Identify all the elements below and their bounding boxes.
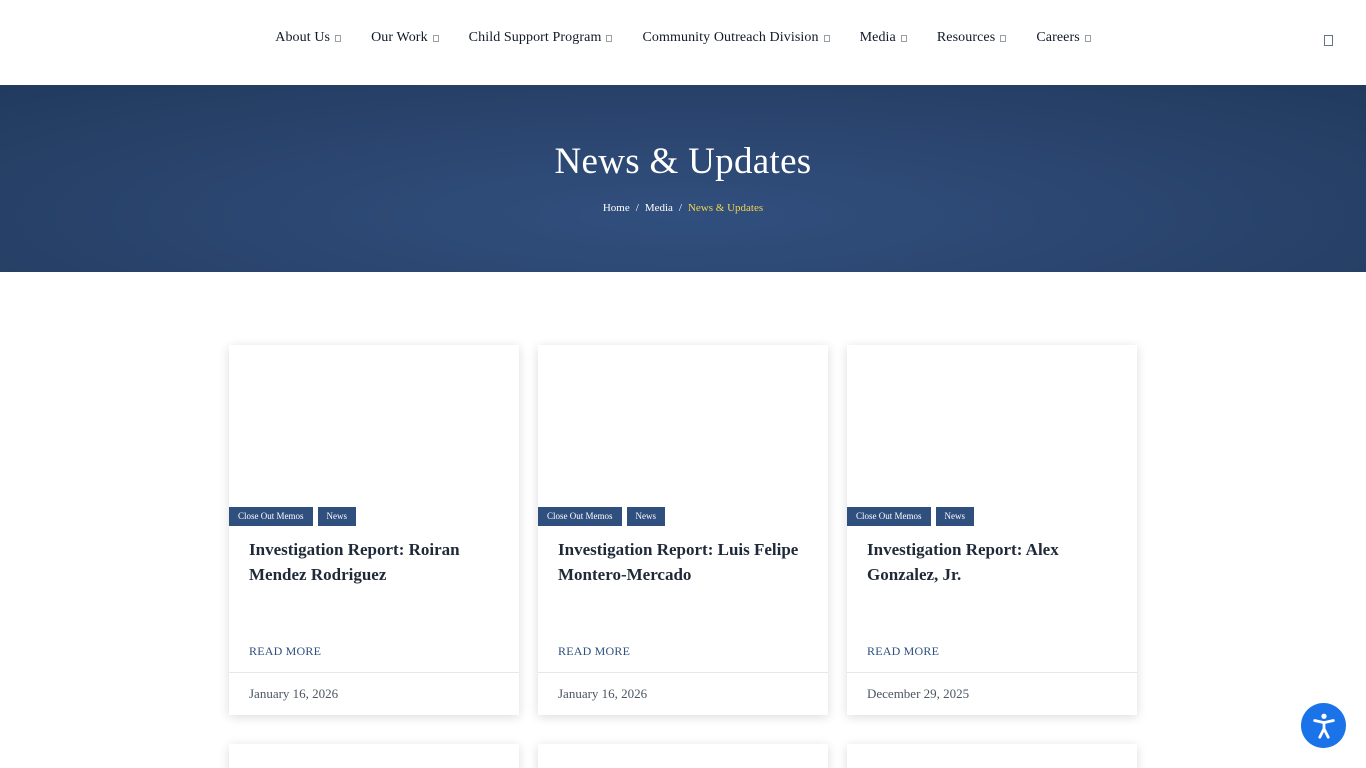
- tag-close-out-memos[interactable]: Close Out Memos: [847, 507, 931, 526]
- nav-item-label: Media: [859, 30, 896, 45]
- card-title[interactable]: Investigation Report: Roiran Mendez Rodr…: [249, 537, 499, 587]
- card-title[interactable]: Investigation Report: Alex Gonzalez, Jr.: [867, 537, 1117, 587]
- tag-news[interactable]: News: [317, 507, 357, 526]
- read-more-link[interactable]: READ MORE: [867, 644, 939, 659]
- tag-news[interactable]: News: [626, 507, 666, 526]
- news-card: Close Out Memos News Investigation Repor…: [229, 345, 519, 715]
- breadcrumb-separator: /: [635, 202, 639, 214]
- chevron-down-icon: [335, 34, 342, 42]
- accessibility-icon: [1312, 713, 1335, 739]
- nav-item-label: Careers: [1036, 30, 1080, 45]
- nav-item-media[interactable]: Media: [845, 30, 922, 46]
- card-tags: Close Out Memos News: [538, 507, 666, 526]
- page-hero: News & Updates Home / Media / News & Upd…: [0, 85, 1366, 272]
- news-card[interactable]: [538, 744, 828, 768]
- nav-item-label: Community Outreach Division: [642, 30, 819, 45]
- card-date: January 16, 2026: [558, 686, 648, 701]
- breadcrumb: Home / Media / News & Updates: [0, 202, 1366, 214]
- news-card[interactable]: [847, 744, 1137, 768]
- chevron-down-icon: [900, 34, 907, 42]
- nav-item-about-us[interactable]: About Us: [260, 30, 356, 46]
- nav-item-resources[interactable]: Resources: [922, 30, 1021, 46]
- main-nav: About Us Our Work Child Support Program …: [0, 30, 1366, 46]
- search-icon[interactable]: [1324, 35, 1333, 46]
- nav-item-child-support-program[interactable]: Child Support Program: [454, 30, 628, 46]
- card-date: January 16, 2026: [249, 686, 339, 701]
- breadcrumb-media-link[interactable]: Media: [645, 202, 673, 214]
- chevron-down-icon: [1000, 34, 1007, 42]
- card-footer: December 29, 2025: [847, 672, 1137, 715]
- breadcrumb-home-link[interactable]: Home: [603, 202, 630, 214]
- card-footer: January 16, 2026: [229, 672, 519, 715]
- news-card[interactable]: [229, 744, 519, 768]
- chevron-down-icon: [1084, 34, 1091, 42]
- card-image[interactable]: [538, 345, 828, 507]
- nav-item-label: Our Work: [371, 30, 428, 45]
- tag-close-out-memos[interactable]: Close Out Memos: [538, 507, 622, 526]
- nav-item-careers[interactable]: Careers: [1021, 30, 1105, 46]
- nav-item-label: Child Support Program: [468, 30, 602, 45]
- card-title[interactable]: Investigation Report: Luis Felipe Monter…: [558, 537, 808, 587]
- chevron-down-icon: [432, 34, 439, 42]
- card-date: December 29, 2025: [867, 686, 970, 701]
- breadcrumb-current: News & Updates: [687, 202, 764, 214]
- page-title: News & Updates: [554, 141, 812, 182]
- tag-news[interactable]: News: [935, 507, 975, 526]
- news-card: Close Out Memos News Investigation Repor…: [847, 345, 1137, 715]
- nav-item-our-work[interactable]: Our Work: [356, 30, 454, 46]
- breadcrumb-separator: /: [678, 202, 682, 214]
- chevron-down-icon: [823, 34, 830, 42]
- card-footer: January 16, 2026: [538, 672, 828, 715]
- chevron-down-icon: [606, 34, 613, 42]
- nav-item-label: Resources: [936, 30, 996, 45]
- card-image[interactable]: [229, 345, 519, 507]
- accessibility-button[interactable]: [1301, 703, 1346, 748]
- tag-close-out-memos[interactable]: Close Out Memos: [229, 507, 313, 526]
- nav-item-community-outreach-division[interactable]: Community Outreach Division: [627, 30, 844, 46]
- card-tags: Close Out Memos News: [229, 507, 357, 526]
- read-more-link[interactable]: READ MORE: [558, 644, 630, 659]
- site-header: About Us Our Work Child Support Program …: [0, 0, 1366, 85]
- card-tags: Close Out Memos News: [847, 507, 975, 526]
- nav-item-label: About Us: [275, 30, 331, 45]
- card-image[interactable]: [847, 345, 1137, 507]
- read-more-link[interactable]: READ MORE: [249, 644, 321, 659]
- news-card: Close Out Memos News Investigation Repor…: [538, 345, 828, 715]
